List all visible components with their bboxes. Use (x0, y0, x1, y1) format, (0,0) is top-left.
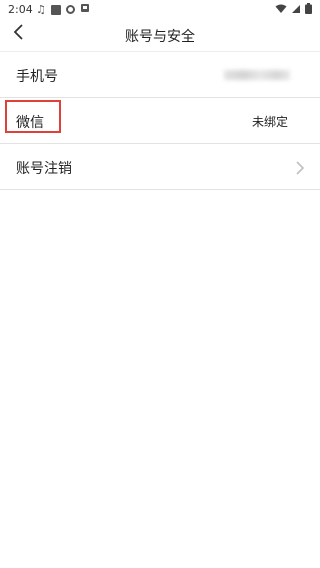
account-cancel-row[interactable]: 账号注销 (0, 144, 320, 190)
wechat-label: 微信 (16, 115, 44, 131)
battery-icon (305, 3, 312, 17)
page-title: 账号与安全 (125, 29, 195, 45)
screen: 2:04 ♫ 账号与安全 手机号 微信 未绑定 账号注销 (0, 0, 320, 568)
account-cancel-label: 账号注销 (16, 161, 72, 177)
status-time: 2:04 (8, 3, 33, 16)
square-icon (50, 4, 61, 15)
phone-number-row[interactable]: 手机号 (0, 52, 320, 98)
android-icon (80, 3, 90, 16)
record-icon (65, 5, 75, 14)
signal-icon (291, 4, 301, 17)
nav-bar: 账号与安全 (0, 18, 320, 52)
wifi-icon (275, 4, 287, 17)
chevron-right-icon (294, 160, 306, 175)
status-bar: 2:04 ♫ (0, 0, 320, 18)
status-icons-right (275, 3, 312, 17)
wechat-row[interactable]: 微信 未绑定 (0, 98, 320, 144)
music-note-icon: ♫ (36, 2, 46, 16)
phone-number-label: 手机号 (16, 69, 58, 85)
phone-number-value-redacted (224, 70, 290, 80)
wechat-bind-status: 未绑定 (251, 115, 288, 129)
status-icons-left: ♫ (36, 3, 90, 16)
